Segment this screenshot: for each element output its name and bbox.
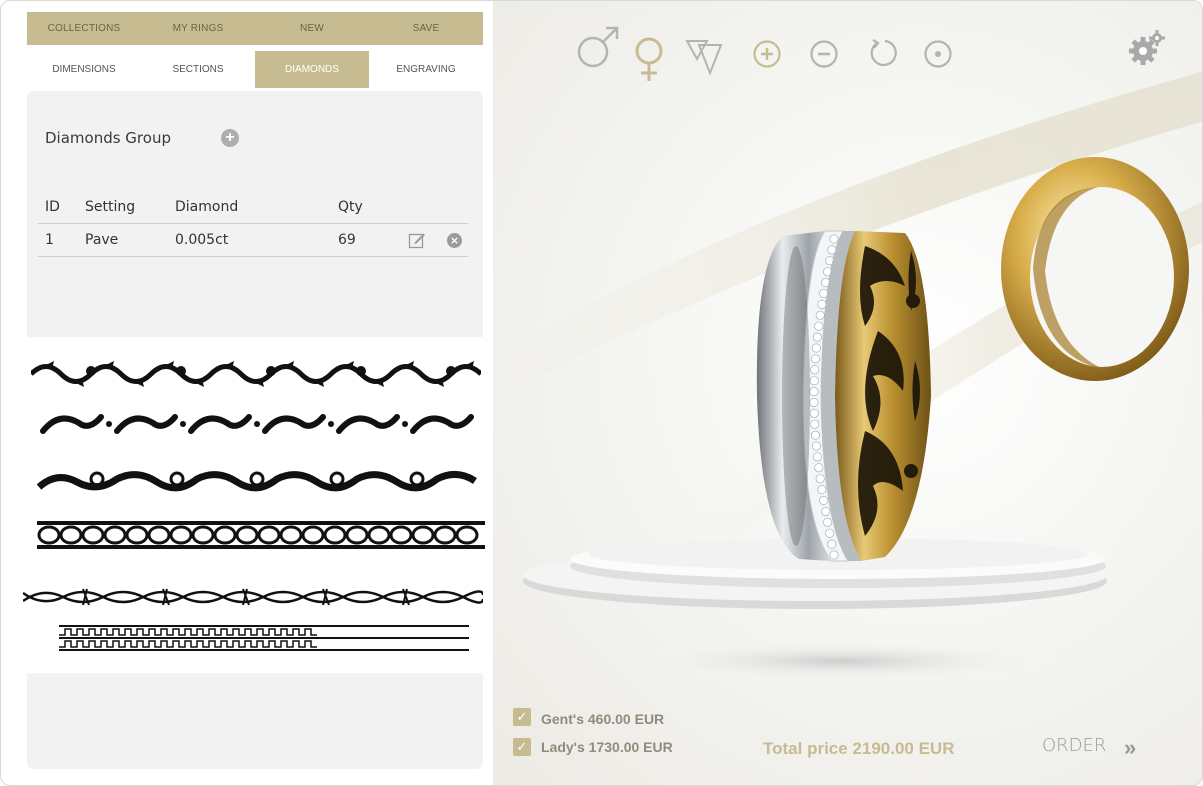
diamond-stone — [829, 550, 839, 560]
diamond-stone — [817, 299, 827, 309]
cell-qty: 69 — [338, 232, 356, 248]
sub-menu: DIMENSIONS SECTIONS DIAMONDS ENGRAVING — [27, 51, 483, 88]
col-qty: Qty — [338, 199, 363, 215]
menu-collections[interactable]: COLLECTIONS — [27, 12, 141, 45]
left-panel: COLLECTIONS MY RINGS NEW SAVE DIMENSIONS… — [27, 12, 483, 88]
main-ring[interactable] — [756, 230, 931, 562]
order-button[interactable]: ORDER — [1042, 735, 1106, 756]
diamond-stone — [819, 495, 829, 505]
diamond-stone — [815, 474, 825, 484]
diamond-stone — [812, 452, 822, 462]
diamond-stone — [809, 387, 819, 397]
tab-sections[interactable]: SECTIONS — [141, 51, 255, 88]
edit-icon[interactable] — [408, 231, 426, 249]
menu-new[interactable]: NEW — [255, 12, 369, 45]
col-diamond: Diamond — [175, 199, 239, 215]
reset-icon[interactable] — [867, 37, 899, 69]
engraving-pattern-chain[interactable] — [37, 519, 485, 551]
delete-icon[interactable]: × — [447, 233, 462, 248]
diamond-stone — [823, 517, 833, 527]
diamond-stone — [810, 354, 820, 364]
diamond-stone — [811, 441, 821, 451]
plus-circle-icon: + — [225, 129, 235, 146]
lady-price: Lady's 1730.00 EUR — [541, 739, 673, 755]
rotate-view-icon[interactable] — [685, 37, 729, 77]
diamond-stone — [827, 539, 837, 549]
diamond-stone — [812, 332, 822, 342]
diamond-stone — [809, 376, 819, 386]
diamonds-panel: Diamonds Group + ID Setting Diamond Qty … — [27, 91, 483, 337]
engraving-pattern-scroll[interactable] — [37, 467, 477, 497]
tab-engraving[interactable]: ENGRAVING — [369, 51, 483, 88]
diamond-stone — [829, 234, 839, 244]
add-group-button[interactable]: + — [221, 129, 239, 147]
cell-id: 1 — [45, 232, 54, 248]
engraving-pattern-tribal[interactable] — [39, 407, 477, 441]
table-row[interactable]: 1 Pave 0.005ct 69 × — [38, 224, 468, 257]
diamond-stone — [811, 343, 821, 353]
engraving-patterns — [23, 351, 485, 661]
diamond-stone — [814, 463, 824, 473]
ring-viewer[interactable] — [493, 1, 1202, 785]
app-window: COLLECTIONS MY RINGS NEW SAVE DIMENSIONS… — [0, 0, 1203, 786]
diamond-stone — [814, 321, 824, 331]
diamond-stone — [810, 365, 820, 375]
gent-price: Gent's 460.00 EUR — [541, 711, 665, 727]
cell-setting: Pave — [85, 232, 119, 248]
gold-ring[interactable] — [1001, 157, 1189, 381]
gear-icon[interactable] — [1127, 29, 1167, 69]
col-setting: Setting — [85, 199, 136, 215]
diamond-stone — [810, 430, 820, 440]
diamond-stone — [815, 310, 825, 320]
col-id: ID — [45, 199, 60, 215]
total-price: Total price 2190.00 EUR — [763, 739, 955, 758]
engraving-pattern-greek-key[interactable] — [59, 625, 469, 651]
diamond-stone — [810, 419, 820, 429]
engraving-pattern-vine[interactable] — [31, 359, 481, 389]
chevrons-right-icon[interactable]: » — [1124, 735, 1136, 761]
female-icon[interactable] — [633, 37, 665, 83]
cell-diamond: 0.005ct — [175, 232, 229, 248]
diamond-stone — [809, 408, 819, 418]
zoom-out-icon[interactable] — [809, 39, 839, 69]
diamonds-group-title: Diamonds Group — [45, 129, 171, 147]
diamonds-table: ID Setting Diamond Qty 1 Pave 0.005ct 69… — [38, 191, 468, 257]
diamond-stone — [817, 485, 827, 495]
menu-save[interactable]: SAVE — [369, 12, 483, 45]
diamond-stone — [821, 506, 831, 516]
diamond-stone — [809, 397, 819, 407]
diamond-stone — [819, 288, 829, 298]
male-icon[interactable] — [576, 25, 620, 71]
table-header: ID Setting Diamond Qty — [38, 191, 468, 224]
lady-checkbox[interactable]: ✓ — [513, 738, 531, 756]
stage-background — [493, 71, 1202, 683]
menu-my-rings[interactable]: MY RINGS — [141, 12, 255, 45]
main-menu: COLLECTIONS MY RINGS NEW SAVE — [27, 12, 483, 45]
center-icon[interactable] — [923, 39, 953, 69]
left-bottom-panel — [27, 673, 483, 769]
diamond-stone — [825, 528, 835, 538]
gent-checkbox[interactable]: ✓ — [513, 708, 531, 726]
zoom-in-icon[interactable] — [752, 39, 782, 69]
tab-diamonds[interactable]: DIAMONDS — [255, 51, 369, 88]
tab-dimensions[interactable]: DIMENSIONS — [27, 51, 141, 88]
engraving-pattern-barbed-wire[interactable] — [23, 585, 483, 609]
